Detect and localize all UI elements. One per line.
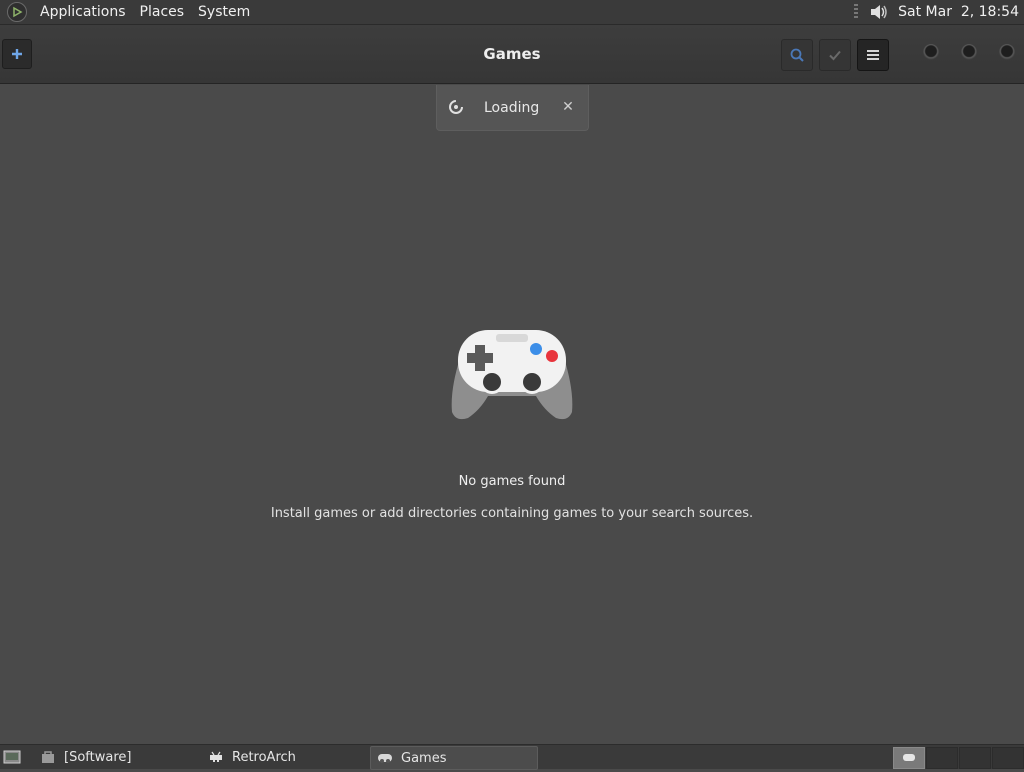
gamepad-small-icon xyxy=(378,754,392,763)
bottom-panel: [Software] RetroArch Games xyxy=(0,744,1024,770)
maximize-window-button[interactable] xyxy=(961,44,977,60)
top-panel: Applications Places System Sat Mar 2, 18… xyxy=(0,0,1024,25)
software-icon xyxy=(42,751,54,763)
workspace-4[interactable] xyxy=(992,747,1024,769)
taskbar-item-games[interactable]: Games xyxy=(370,746,538,770)
loading-notification: Loading ✕ xyxy=(436,85,589,131)
retroarch-icon xyxy=(210,751,222,762)
tray-handle[interactable] xyxy=(854,4,859,20)
taskbar-item-retroarch[interactable]: RetroArch xyxy=(202,746,368,768)
taskbar-item-label: [Software] xyxy=(64,749,132,765)
main-menu-button[interactable] xyxy=(857,39,889,71)
close-notification-button[interactable]: ✕ xyxy=(557,96,579,118)
distro-logo-icon[interactable] xyxy=(7,2,27,22)
close-window-button[interactable] xyxy=(999,44,1015,60)
selection-mode-button[interactable] xyxy=(819,39,851,71)
taskbar-item-software[interactable]: [Software] xyxy=(34,746,200,768)
taskbar-item-label: RetroArch xyxy=(232,749,296,765)
menu-applications[interactable]: Applications xyxy=(33,4,133,20)
workspace-3[interactable] xyxy=(959,747,991,769)
workspace-window-icon xyxy=(903,754,915,761)
close-icon: ✕ xyxy=(562,99,574,115)
menu-system[interactable]: System xyxy=(191,4,257,20)
search-icon xyxy=(790,48,804,62)
workspace-2[interactable] xyxy=(926,747,958,769)
taskbar-item-label: Games xyxy=(401,750,447,766)
loading-spinner-icon xyxy=(449,100,463,114)
gamepad-icon xyxy=(451,330,573,420)
empty-state-title: No games found xyxy=(458,474,566,489)
show-desktop-icon[interactable] xyxy=(3,749,21,765)
search-button[interactable] xyxy=(781,39,813,71)
volume-icon[interactable] xyxy=(868,1,890,23)
workspace-1[interactable] xyxy=(893,747,925,769)
clock[interactable]: Sat Mar 2, 18:54 xyxy=(898,4,1024,20)
header-bar: Games xyxy=(0,25,1024,84)
minimize-window-button[interactable] xyxy=(923,44,939,60)
empty-state-description: Install games or add directories contain… xyxy=(270,506,754,521)
hamburger-menu-icon xyxy=(867,50,879,60)
checkmark-icon xyxy=(829,50,841,61)
loading-label: Loading xyxy=(484,100,540,116)
menu-places[interactable]: Places xyxy=(133,4,192,20)
